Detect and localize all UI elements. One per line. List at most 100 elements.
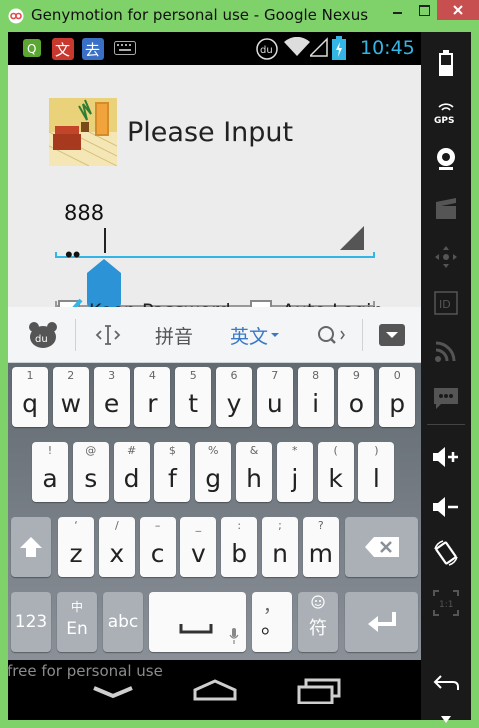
key-y[interactable]: 6y — [216, 367, 252, 427]
gps-widget-button[interactable]: GPS — [421, 90, 471, 136]
english-mode-button[interactable]: 英文 — [222, 307, 288, 363]
key-primary-label: b — [231, 539, 248, 568]
ime-search-button[interactable] — [308, 307, 354, 363]
key-g[interactable]: % g — [195, 442, 232, 502]
maximize-button[interactable] — [411, 0, 437, 20]
key-secondary-label: : — [237, 519, 242, 532]
id-icon: ID — [434, 291, 458, 315]
cursor-move-icon — [95, 325, 121, 345]
sms-widget-button[interactable] — [421, 376, 471, 422]
key-secondary-label: 3 — [108, 369, 116, 382]
svg-text:du: du — [35, 334, 48, 345]
login-form: Please Input Keep Password Auto Login — [8, 65, 421, 322]
hide-keyboard-button[interactable] — [370, 307, 414, 363]
close-button[interactable] — [437, 0, 479, 20]
back-arrow-icon — [433, 675, 459, 690]
key-u[interactable]: 7u — [256, 367, 293, 427]
key-v[interactable]: _ v — [180, 517, 217, 577]
pixel-perfect-button[interactable]: 1:1 — [421, 580, 471, 626]
id-widget-button[interactable]: ID — [421, 280, 471, 326]
key-secondary-label: @ — [85, 444, 97, 457]
key-secondary-label: 2 — [67, 369, 75, 382]
battery-widget-button[interactable] — [421, 40, 471, 86]
paw-icon: du — [29, 322, 57, 348]
backspace-key[interactable] — [345, 517, 418, 577]
scroll-down-icon[interactable] — [441, 710, 451, 728]
ime-toolbar: du 拼音 英文 — [8, 307, 421, 363]
key-o[interactable]: 9o — [338, 367, 375, 427]
key-p[interactable]: 0p — [379, 367, 416, 427]
key-b[interactable]: :b — [221, 517, 258, 577]
key-primary-label: v — [190, 539, 206, 568]
key-secondary-label: 5 — [189, 369, 197, 382]
ime-logo-button[interactable]: du — [22, 307, 64, 363]
symbols-key[interactable]: 符 — [298, 592, 338, 652]
key-secondary-label: 7 — [271, 369, 279, 382]
key-primary-label: j — [291, 464, 299, 493]
key-z[interactable]: ‘z — [58, 517, 94, 577]
volume-up-button[interactable] — [421, 434, 471, 480]
pinyin-mode-button[interactable]: 拼音 — [144, 307, 204, 363]
app-room-icon — [48, 98, 118, 167]
key-secondary-label: ? — [317, 519, 324, 532]
key-primary-label: i — [312, 389, 320, 418]
shift-key[interactable] — [11, 517, 51, 577]
battery-icon — [439, 50, 453, 76]
dpad-icon — [435, 246, 457, 268]
home-nav-button[interactable] — [192, 678, 238, 709]
minimize-button[interactable] — [384, 0, 411, 20]
key-j[interactable]: * j — [276, 442, 313, 502]
webcam-widget-button[interactable] — [421, 136, 471, 182]
key-k[interactable]: (k — [317, 442, 354, 502]
enter-icon — [368, 612, 396, 632]
key-secondary-label: – — [154, 519, 161, 532]
volume-up-icon — [433, 447, 458, 467]
key-r[interactable]: 4r — [134, 367, 171, 427]
key-primary-label: o — [348, 389, 365, 418]
space-key[interactable] — [149, 592, 246, 652]
cursor-move-button[interactable] — [88, 307, 128, 363]
qq-icon: Q — [22, 38, 42, 63]
ime-divider — [75, 319, 76, 351]
enter-key[interactable] — [345, 592, 418, 652]
key-d[interactable]: # d — [113, 442, 150, 502]
key-f[interactable]: $ f — [154, 442, 191, 502]
back-side-button[interactable] — [421, 660, 471, 706]
key-h[interactable]: & h — [236, 442, 272, 502]
key-primary-label: t — [188, 389, 199, 418]
key-n[interactable]: ; n — [262, 517, 298, 577]
key-s[interactable]: @ s — [72, 442, 109, 502]
remote-control-widget-button[interactable] — [421, 234, 471, 280]
ime-divider — [362, 319, 363, 351]
back-nav-button[interactable] — [92, 680, 134, 705]
watermark: free for personal use — [7, 662, 163, 680]
recents-nav-button[interactable] — [296, 678, 342, 709]
wifi-icon — [284, 36, 310, 62]
webcam-icon — [437, 148, 455, 170]
svg-text:1:1: 1:1 — [439, 600, 453, 610]
key-a[interactable]: ! a — [32, 442, 68, 502]
numeric-key[interactable]: 123 — [11, 592, 51, 652]
volume-down-button[interactable] — [421, 484, 471, 530]
punctuation-key[interactable]: ， 。 — [252, 592, 292, 652]
clapperboard-icon — [436, 198, 456, 219]
network-widget-button[interactable] — [421, 328, 471, 374]
username-field[interactable] — [55, 195, 375, 231]
abc-key[interactable]: abc — [103, 592, 143, 652]
screencast-widget-button[interactable] — [421, 186, 471, 232]
language-switch-key[interactable]: 中 En — [57, 592, 97, 652]
key-t[interactable]: 5t — [175, 367, 212, 427]
key-e[interactable]: 3e — [93, 367, 130, 427]
key-w[interactable]: 2w — [52, 367, 89, 427]
key-c[interactable]: – c — [139, 517, 176, 577]
key-primary-label: c — [150, 539, 165, 568]
rotate-button[interactable] — [421, 530, 471, 576]
key-m[interactable]: ? m — [302, 517, 339, 577]
key-l[interactable]: ) l — [358, 442, 395, 502]
key-primary-label: m — [308, 539, 333, 568]
key-x[interactable]: / x — [98, 517, 135, 577]
svg-text:去: 去 — [85, 41, 100, 59]
key-i[interactable]: 8i — [297, 367, 334, 427]
key-q[interactable]: 1q — [12, 367, 48, 427]
key-primary-label: y — [226, 389, 242, 418]
